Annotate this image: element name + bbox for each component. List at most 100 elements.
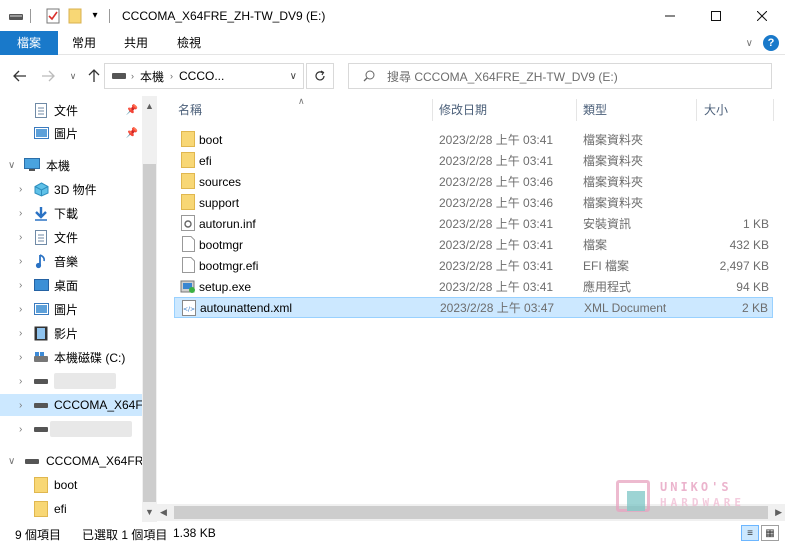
chevron-right-icon[interactable]: › xyxy=(19,304,22,315)
file-row[interactable]: support 2023/2/28 上午 03:46 檔案資料夾 xyxy=(174,192,773,213)
scrollbar-thumb[interactable] xyxy=(143,164,156,502)
nav-item-install-drive-root[interactable]: ∨ CCCOMA_X64FR xyxy=(0,450,143,472)
file-row[interactable]: sources 2023/2/28 上午 03:46 檔案資料夾 xyxy=(174,171,773,192)
ribbon: 檔案 常用 共用 檢視 ∨ ? xyxy=(0,31,785,55)
column-header-type[interactable]: 類型 xyxy=(583,96,607,124)
file-type: 安裝資訊 xyxy=(583,217,632,231)
nav-item-pictures[interactable]: › 圖片 xyxy=(0,298,142,320)
chevron-down-icon[interactable]: ∨ xyxy=(8,160,15,171)
new-folder-icon[interactable] xyxy=(67,8,83,24)
nav-scrollbar[interactable]: ▲ ▼ xyxy=(142,96,157,522)
file-name: bootmgr xyxy=(199,237,244,252)
chevron-right-icon[interactable]: › xyxy=(19,424,22,435)
chevron-right-icon[interactable]: › xyxy=(19,184,22,195)
nav-item-this-pc[interactable]: ∨ 本機 xyxy=(0,154,142,176)
help-icon[interactable]: ? xyxy=(763,35,779,51)
tab-view[interactable]: 檢視 xyxy=(163,31,215,55)
column-divider[interactable] xyxy=(576,99,577,121)
file-row[interactable]: efi 2023/2/28 上午 03:41 檔案資料夾 xyxy=(174,150,773,171)
properties-icon[interactable] xyxy=(45,8,61,24)
file-type: 檔案資料夾 xyxy=(583,154,644,168)
tab-home[interactable]: 常用 xyxy=(58,31,110,55)
nav-item-drive-redacted[interactable]: › xyxy=(0,418,142,440)
breadcrumb-this-pc[interactable]: 本機 xyxy=(140,68,164,85)
file-name: efi xyxy=(199,153,212,168)
nav-item-documents[interactable]: › 文件 xyxy=(0,226,142,248)
file-row[interactable]: autorun.inf 2023/2/28 上午 03:41 安裝資訊 1 KB xyxy=(174,213,773,234)
close-button[interactable] xyxy=(739,0,785,31)
breadcrumb-separator-icon: › xyxy=(131,71,134,81)
file-date: 2023/2/28 上午 03:47 xyxy=(440,301,555,315)
nav-item-local-disk-c[interactable]: › 本機磁碟 (C:) xyxy=(0,346,142,368)
nav-item-desktop[interactable]: › 桌面 xyxy=(0,274,142,296)
scroll-up-icon[interactable]: ▲ xyxy=(142,98,157,114)
breadcrumb-current[interactable]: CCCO... xyxy=(179,69,224,83)
search-input[interactable]: 搜尋 CCCOMA_X64FRE_ZH-TW_DV9 (E:) xyxy=(348,63,772,89)
column-divider[interactable] xyxy=(773,99,774,121)
nav-item-downloads[interactable]: › 下載 xyxy=(0,202,142,224)
settings-file-icon xyxy=(180,215,196,231)
file-row[interactable]: bootmgr 2023/2/28 上午 03:41 檔案 432 KB xyxy=(174,234,773,255)
drive-icon xyxy=(33,421,49,437)
file-type: 檔案資料夾 xyxy=(583,196,644,210)
divider xyxy=(109,8,110,23)
nav-item-efi[interactable]: efi xyxy=(0,498,142,520)
column-divider[interactable] xyxy=(696,99,697,121)
scroll-right-icon[interactable]: ▶ xyxy=(775,507,782,518)
nav-item-3d-objects[interactable]: › 3D 物件 xyxy=(0,178,142,200)
nav-item-pictures-quick[interactable]: 圖片 📌 xyxy=(0,122,142,144)
minimize-button[interactable] xyxy=(647,0,693,31)
back-button[interactable] xyxy=(10,66,30,86)
chevron-right-icon[interactable]: › xyxy=(19,352,22,363)
details-view-icon[interactable]: ≡ xyxy=(741,525,759,541)
chevron-right-icon[interactable]: › xyxy=(19,328,22,339)
customize-quick-access-icon[interactable]: ▾ xyxy=(87,8,103,24)
chevron-right-icon[interactable]: › xyxy=(19,208,22,219)
refresh-button[interactable] xyxy=(306,63,334,89)
nav-item-install-drive[interactable]: › CCCOMA_X64FR xyxy=(0,394,151,416)
file-row[interactable]: setup.exe 2023/2/28 上午 03:41 應用程式 94 KB xyxy=(174,276,773,297)
file-row-selected[interactable]: </> autounattend.xml 2023/2/28 上午 03:47 … xyxy=(174,297,773,318)
nav-item-label: 本機 xyxy=(46,158,71,173)
tab-file[interactable]: 檔案 xyxy=(0,31,58,55)
nav-item-documents-quick[interactable]: 文件 📌 xyxy=(0,99,142,121)
expand-ribbon-icon[interactable]: ∨ xyxy=(746,38,753,49)
column-divider[interactable] xyxy=(432,99,433,121)
chevron-right-icon[interactable]: › xyxy=(19,256,22,267)
chevron-right-icon[interactable]: › xyxy=(19,400,22,411)
column-header-name[interactable]: 名稱 xyxy=(178,96,202,124)
xml-file-icon: </> xyxy=(181,300,197,316)
column-header-date[interactable]: 修改日期 xyxy=(439,96,487,124)
file-row[interactable]: boot 2023/2/28 上午 03:41 檔案資料夾 xyxy=(174,129,773,150)
watermark-logo: UNIKO'S HARDWARE xyxy=(616,478,766,514)
folder-icon xyxy=(33,477,49,493)
file-type: 應用程式 xyxy=(583,280,632,294)
nav-item-music[interactable]: › 音樂 xyxy=(0,250,142,272)
recent-locations-icon[interactable]: ∨ xyxy=(63,66,83,86)
file-row[interactable]: bootmgr.efi 2023/2/28 上午 03:41 EFI 檔案 2,… xyxy=(174,255,773,276)
title-bar: ▾ CCCOMA_X64FRE_ZH-TW_DV9 (E:) xyxy=(0,0,785,31)
tab-share[interactable]: 共用 xyxy=(110,31,162,55)
column-header-size[interactable]: 大小 xyxy=(704,96,728,124)
maximize-button[interactable] xyxy=(693,0,739,31)
address-bar[interactable]: › 本機 › CCCO... ∨ xyxy=(104,63,304,89)
chevron-right-icon[interactable]: › xyxy=(19,376,22,387)
forward-button[interactable] xyxy=(38,66,58,86)
nav-item-boot[interactable]: boot xyxy=(0,474,142,496)
file-date: 2023/2/28 上午 03:41 xyxy=(439,133,554,147)
nav-item-drive-redacted[interactable]: › xyxy=(0,370,142,392)
chevron-right-icon[interactable]: › xyxy=(19,232,22,243)
music-icon xyxy=(33,253,49,269)
scroll-left-icon[interactable]: ◀ xyxy=(160,507,167,518)
setup-icon xyxy=(180,278,196,294)
address-dropdown-icon[interactable]: ∨ xyxy=(290,71,297,82)
scroll-down-icon[interactable]: ▼ xyxy=(142,504,157,520)
drive-icon[interactable] xyxy=(8,8,24,24)
refresh-icon xyxy=(315,70,325,81)
nav-item-label: 本機磁碟 (C:) xyxy=(54,350,126,365)
chevron-right-icon[interactable]: › xyxy=(19,280,22,291)
nav-item-videos[interactable]: › 影片 xyxy=(0,322,142,344)
up-button[interactable] xyxy=(84,66,104,86)
large-icons-view-icon[interactable]: ▦ xyxy=(761,525,779,541)
chevron-down-icon[interactable]: ∨ xyxy=(8,456,15,467)
